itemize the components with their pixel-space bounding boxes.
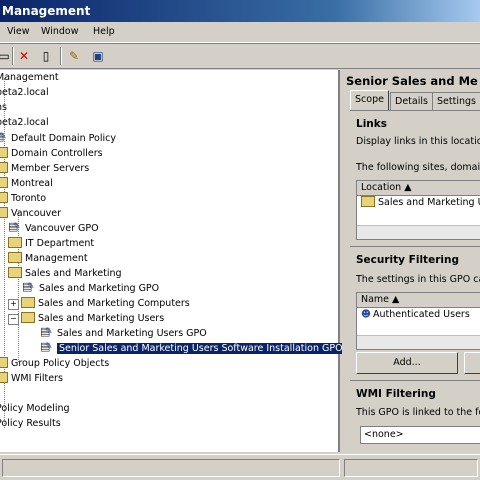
tree-node[interactable]: ns: [0, 100, 7, 115]
folder-icon: [8, 237, 22, 248]
tree-node[interactable]: WMI Filters: [0, 371, 63, 386]
tab-body-border: [350, 110, 480, 112]
tab-settings[interactable]: Settings: [432, 92, 480, 110]
folder-icon: [8, 267, 22, 278]
list-item[interactable]: Sales and Marketing Us: [357, 196, 480, 210]
security-text: The settings in this GPO ca: [356, 274, 480, 285]
gpo-link-icon: [40, 339, 54, 355]
gpo-link-icon: [40, 324, 54, 340]
tree-node[interactable]: Toronto: [0, 191, 46, 206]
security-title: Security Filtering: [356, 254, 459, 266]
status-bar: [0, 454, 480, 480]
console-icon[interactable]: ▣: [90, 48, 106, 64]
menu-view[interactable]: View: [4, 22, 33, 42]
tree-node[interactable]: Sales and Marketing Users GPO: [40, 324, 207, 341]
delete-icon[interactable]: ✕: [16, 48, 32, 64]
tab-scope[interactable]: Scope: [350, 90, 389, 111]
gpo-link-icon: [0, 129, 8, 145]
tree-node[interactable]: IT Department: [8, 236, 94, 251]
details-pane: Senior Sales and Me Scope Details Settin…: [342, 70, 480, 452]
menu-help[interactable]: Help: [90, 22, 118, 42]
tree-node[interactable]: Montreal: [0, 176, 53, 191]
tree-node[interactable]: Default Domain Policy: [0, 129, 116, 146]
tree-node[interactable]: − Sales and Marketing Users: [8, 311, 164, 326]
tree-node-selected[interactable]: Senior Sales and Marketing Users Softwar…: [40, 339, 345, 356]
tree-node[interactable]: Policy Results: [0, 416, 61, 431]
list-item[interactable]: ☻ Authenticated Users: [357, 308, 480, 322]
horizontal-scrollbar[interactable]: [357, 225, 480, 239]
toolbar: ▭ ✕ ▯ ✎ ▣: [0, 43, 480, 69]
folder-icon: [361, 196, 375, 207]
collapse-icon[interactable]: −: [8, 314, 19, 325]
expand-icon[interactable]: +: [8, 299, 19, 310]
tree-node[interactable]: + Sales and Marketing Computers: [8, 296, 190, 311]
tree-node[interactable]: Member Servers: [0, 161, 89, 176]
links-title: Links: [356, 118, 387, 130]
title-bar: Management: [0, 0, 480, 22]
tree-node[interactable]: Management: [8, 251, 88, 266]
folder-icon: [8, 252, 22, 263]
horizontal-scrollbar[interactable]: [357, 335, 480, 349]
links-text: Display links in this location:: [356, 136, 480, 147]
remove-button[interactable]: [464, 352, 480, 374]
location-column-header[interactable]: Location ▲: [357, 181, 480, 196]
status-cell: [344, 459, 478, 477]
divider: [350, 380, 480, 382]
tree-pane: Management beta2.local ns beta2.local De…: [0, 70, 345, 452]
links-text-2: The following sites, domains: [356, 162, 480, 173]
folder-icon: [21, 297, 35, 308]
folder-icon: [21, 312, 35, 323]
menu-window[interactable]: Window: [38, 22, 81, 42]
tab-details[interactable]: Details: [390, 92, 433, 110]
tree-node[interactable]: Vancouver GPO: [8, 219, 99, 236]
status-cell: [2, 459, 340, 477]
toolbar-separator: [12, 47, 14, 65]
gpo-link-icon: [8, 219, 22, 235]
folder-icon: [0, 162, 8, 173]
window-title: Management: [2, 4, 91, 18]
tree-node[interactable]: beta2.local: [0, 115, 49, 130]
add-button[interactable]: Add...: [356, 352, 458, 374]
users-icon: ☻: [361, 309, 371, 320]
links-list[interactable]: Location ▲ Sales and Marketing Us: [356, 180, 480, 240]
folder-icon[interactable]: ▭: [0, 48, 12, 64]
tree-node[interactable]: beta2.local: [0, 85, 49, 100]
tree-node[interactable]: Policy Modeling: [0, 401, 70, 416]
tree-node[interactable]: Management: [0, 70, 59, 85]
folder-icon: [0, 192, 8, 203]
properties-icon[interactable]: ▯: [38, 48, 54, 64]
folder-icon: [0, 147, 8, 158]
wmi-filter-select[interactable]: <none>: [360, 426, 480, 444]
folder-icon: [0, 372, 8, 383]
menu-bar: View Window Help: [0, 22, 480, 43]
tree-node[interactable]: Domain Controllers: [0, 146, 103, 161]
tree-node[interactable]: Group Policy Objects: [0, 356, 109, 371]
wmi-text: This GPO is linked to the fo: [356, 407, 480, 418]
folder-icon: [0, 177, 8, 188]
name-column-header[interactable]: Name ▲: [357, 293, 480, 308]
gpo-title: Senior Sales and Me: [346, 74, 478, 88]
divider: [350, 246, 480, 248]
security-list[interactable]: Name ▲ ☻ Authenticated Users: [356, 292, 480, 350]
toolbar-separator: [60, 47, 62, 65]
folder-icon: [0, 207, 8, 218]
folder-icon: [0, 357, 8, 368]
gpo-link-icon: [22, 279, 36, 295]
wmi-title: WMI Filtering: [356, 388, 436, 400]
refresh-icon[interactable]: ✎: [66, 48, 82, 64]
tree-node[interactable]: Sales and Marketing GPO: [22, 279, 159, 296]
